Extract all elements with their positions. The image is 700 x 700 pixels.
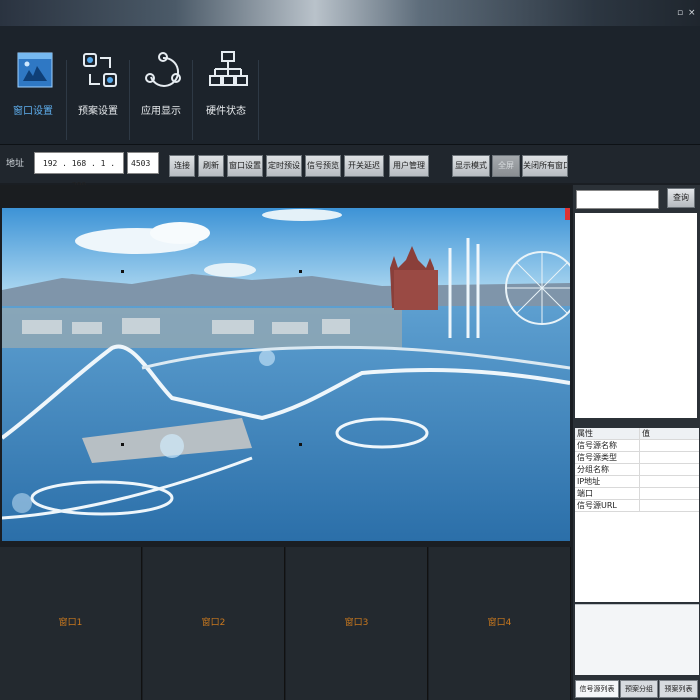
- window-cell-1[interactable]: 窗口1: [0, 547, 142, 700]
- window-cell-label: 窗口2: [201, 618, 226, 628]
- connect-button[interactable]: 连接: [169, 155, 195, 177]
- window-cell-3[interactable]: 窗口3: [286, 547, 428, 700]
- signal-source-list[interactable]: [575, 213, 697, 418]
- property-header-value: 值: [642, 429, 650, 438]
- side-panel: 查询 属性 值 信号源名称 信号源类型 分组名称 IP地址 端口 信号源URL …: [573, 185, 700, 700]
- window-cell-label: 窗口4: [487, 618, 512, 628]
- ribbon-label: 窗口设置: [13, 106, 53, 117]
- ribbon-window-settings[interactable]: 窗口设置: [3, 42, 63, 142]
- switch-delay-button[interactable]: 开关延迟: [344, 155, 384, 177]
- panel-tab-bar: 信号源列表 预案分组 预案列表: [573, 678, 700, 700]
- property-description-box: [575, 604, 699, 675]
- property-row[interactable]: 端口: [575, 488, 699, 500]
- ribbon-label: 应用显示: [141, 106, 181, 117]
- property-key: 端口: [575, 488, 640, 499]
- hardware-tree-icon: [209, 51, 248, 86]
- close-button[interactable]: ×: [688, 8, 696, 18]
- property-value[interactable]: [640, 476, 699, 487]
- selection-handle[interactable]: [299, 443, 302, 446]
- property-key: 分组名称: [575, 464, 640, 475]
- timed-preset-button[interactable]: 定时预设: [266, 155, 302, 177]
- property-key: 信号源URL: [575, 500, 640, 511]
- tab-signal-source-list[interactable]: 信号源列表: [575, 680, 619, 698]
- property-header: 属性 值: [575, 428, 699, 440]
- property-grid-blank: [575, 540, 699, 602]
- tab-preset-list[interactable]: 预案列表: [659, 680, 698, 698]
- port-input[interactable]: 4503: [127, 152, 159, 174]
- ribbon-hardware-status[interactable]: 硬件状态: [196, 42, 256, 142]
- tab-preset-groups[interactable]: 预案分组: [620, 680, 658, 698]
- property-key: 信号源类型: [575, 452, 640, 463]
- property-key: IP地址: [575, 476, 640, 487]
- query-button[interactable]: 查询: [667, 188, 695, 208]
- fullscreen-button[interactable]: 全屏: [492, 155, 520, 177]
- window-cell-2[interactable]: 窗口2: [143, 547, 285, 700]
- ribbon-divider: [192, 60, 193, 140]
- title-bar: ▫ ×: [0, 0, 700, 26]
- minimize-button[interactable]: ▫: [677, 8, 683, 18]
- window-cell-label: 窗口3: [344, 618, 369, 628]
- property-header-key: 属性: [575, 428, 640, 439]
- preset-cycle-icon: [83, 53, 117, 87]
- property-row[interactable]: 分组名称: [575, 464, 699, 476]
- user-management-button[interactable]: 用户管理: [389, 155, 429, 177]
- address-label: 地址: [6, 159, 25, 169]
- ribbon-divider: [258, 60, 259, 140]
- property-value[interactable]: [640, 452, 699, 463]
- connection-toolbar: 地址 192 . 168 . 1 . 200 4503 连接 刷新 窗口设置 定…: [0, 145, 700, 190]
- main-ribbon: 窗口设置 预案设置 应用显示 硬件状态: [0, 26, 700, 145]
- selection-handle[interactable]: [121, 443, 124, 446]
- window-cell-label: 窗口1: [58, 618, 83, 628]
- window-grid: 窗口1 窗口2 窗口3 窗口4: [0, 547, 572, 700]
- property-value[interactable]: [640, 500, 699, 511]
- app-display-icon: [145, 52, 181, 87]
- selection-handle[interactable]: [299, 270, 302, 273]
- property-row[interactable]: 信号源名称: [575, 440, 699, 452]
- ip-address-input[interactable]: 192 . 168 . 1 . 200: [34, 152, 124, 190]
- preview-header-strip: [0, 185, 572, 207]
- selection-handle[interactable]: [121, 270, 124, 273]
- display-mode-button[interactable]: 显示模式: [452, 155, 490, 177]
- property-row[interactable]: 信号源类型: [575, 452, 699, 464]
- ribbon-label: 预案设置: [78, 106, 118, 117]
- property-grid: 属性 值 信号源名称 信号源类型 分组名称 IP地址 端口 信号源URL: [575, 428, 699, 540]
- video-preview[interactable]: [2, 208, 570, 541]
- theme-park-scene: [2, 208, 570, 541]
- search-input[interactable]: [576, 190, 659, 209]
- window-setup-button[interactable]: 窗口设置: [227, 155, 263, 177]
- close-all-windows-button[interactable]: 关闭所有窗口: [522, 155, 568, 177]
- refresh-button[interactable]: 刷新: [198, 155, 224, 177]
- property-row[interactable]: 信号源URL: [575, 500, 699, 512]
- property-value[interactable]: [640, 488, 699, 499]
- property-value[interactable]: [640, 464, 699, 475]
- property-value[interactable]: [640, 440, 699, 451]
- signal-preview-button[interactable]: 信号预览: [305, 155, 341, 177]
- window-cell-4[interactable]: 窗口4: [429, 547, 571, 700]
- property-row[interactable]: IP地址: [575, 476, 699, 488]
- ribbon-preset-settings[interactable]: 预案设置: [68, 42, 128, 142]
- ribbon-divider: [66, 60, 67, 140]
- property-key: 信号源名称: [575, 440, 640, 451]
- ribbon-app-display[interactable]: 应用显示: [131, 42, 191, 142]
- window-settings-icon: [17, 52, 53, 88]
- ribbon-label: 硬件状态: [206, 106, 246, 117]
- ribbon-divider: [129, 60, 130, 140]
